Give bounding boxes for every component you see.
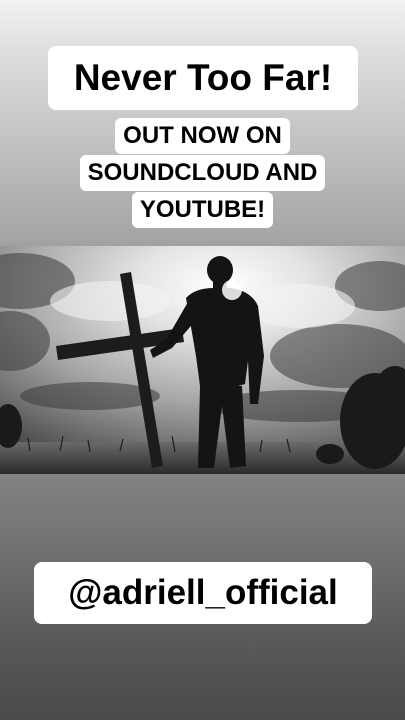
subtitle-line-3: YOUTUBE! xyxy=(131,192,274,228)
story-canvas: Never Too Far! OUT NOW ON SOUNDCLOUD AND… xyxy=(0,0,405,720)
title-sticker[interactable]: Never Too Far! xyxy=(48,46,358,110)
subtitle-line-2: SOUNDCLOUD AND xyxy=(79,155,326,191)
subtitle-sticker[interactable]: OUT NOW ON SOUNDCLOUD AND YOUTUBE! xyxy=(50,118,355,229)
title-text: Never Too Far! xyxy=(73,57,333,98)
handle-sticker[interactable]: @adriell_official xyxy=(34,562,372,624)
sun-glow xyxy=(222,280,242,300)
man-with-cross-photo xyxy=(0,246,405,474)
handle-text: @adriell_official xyxy=(68,573,338,612)
subtitle-line-1: OUT NOW ON xyxy=(115,118,290,154)
